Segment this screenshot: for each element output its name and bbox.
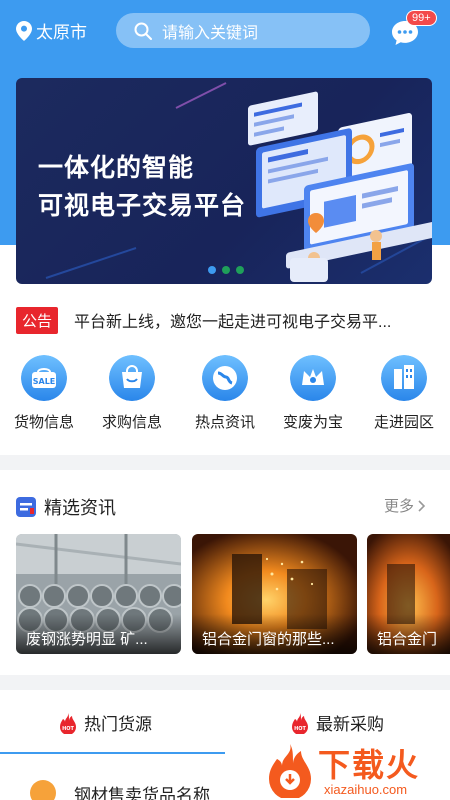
watermark-brand: 下载火	[318, 747, 421, 783]
location-selector[interactable]: 太原市	[16, 18, 87, 43]
shopping-bag-icon	[109, 355, 155, 401]
section-title: 精选资讯	[16, 494, 116, 520]
category-label: 变废为宝	[282, 414, 343, 431]
chevron-right-icon	[418, 499, 426, 512]
banner-headline-2: 可视电子交易平台	[38, 192, 247, 220]
carousel-indicator[interactable]	[208, 266, 244, 274]
announcement-bar[interactable]: 公告 平台新上线，邀您一起走进可视电子交易平...	[16, 306, 436, 334]
category-purchase-info[interactable]: 求购信息	[92, 355, 172, 432]
message-count-badge: 99+	[406, 10, 437, 26]
carousel-dot[interactable]	[222, 266, 230, 274]
search-icon	[134, 22, 152, 40]
category-label: 走进园区	[373, 414, 434, 431]
globe-icon	[202, 355, 248, 401]
news-card[interactable]: 废钢涨势明显 矿...	[16, 534, 181, 654]
category-grid: SALE 货物信息 求购信息 热点资讯 变废为宝 走进园区	[0, 355, 450, 445]
store-icon	[30, 780, 56, 800]
flame-logo-icon	[269, 744, 311, 798]
crown-icon	[290, 355, 336, 401]
more-label: 更多	[384, 498, 415, 515]
search-input[interactable]: 请输入关键词	[116, 13, 370, 48]
news-card[interactable]: 铝合金门窗的那些...	[192, 534, 357, 654]
promo-banner[interactable]: 一体化的智能 可视电子交易平台	[16, 78, 432, 284]
news-card[interactable]: 铝合金门	[367, 534, 450, 654]
carousel-dot[interactable]	[208, 266, 216, 274]
tab-new-purchase[interactable]: HOT 最新采购	[290, 710, 384, 735]
list-item-title: 钢材售卖货品名称	[74, 785, 210, 800]
carousel-dot[interactable]	[236, 266, 244, 274]
section-title-text: 精选资讯	[44, 498, 116, 518]
svg-text:HOT: HOT	[294, 726, 306, 732]
tab-label: 最新采购	[316, 715, 384, 734]
news-card-caption: 废钢涨势明显 矿...	[16, 614, 181, 654]
tab-label: 热门货源	[84, 715, 152, 734]
tab-hot-supply[interactable]: HOT 热门货源	[58, 710, 152, 735]
more-link[interactable]: 更多	[384, 495, 428, 516]
category-label: 热点资讯	[194, 414, 255, 431]
featured-news-section: 精选资讯 更多 废钢涨势明显 矿... 铝合金门窗的那些... 铝合金门	[0, 470, 450, 675]
hot-flame-icon: HOT	[60, 712, 76, 734]
category-label: 货物信息	[13, 414, 74, 431]
category-goods-info[interactable]: SALE 货物信息	[4, 355, 84, 432]
category-waste-to-treasure[interactable]: 变废为宝	[273, 355, 353, 432]
search-placeholder: 请输入关键词	[162, 24, 259, 42]
location-pin-icon	[16, 20, 32, 41]
watermark-logo: 下载火 xiazaihuo.com	[262, 740, 450, 800]
announcement-text: 平台新上线，邀您一起走进可视电子交易平...	[74, 314, 392, 331]
category-hot-news[interactable]: 热点资讯	[185, 355, 265, 432]
list-item[interactable]: 钢材售卖货品名称	[30, 780, 210, 800]
news-card-caption: 铝合金门	[367, 614, 450, 654]
buildings-icon	[381, 355, 427, 401]
news-card-caption: 铝合金门窗的那些...	[192, 614, 357, 654]
svg-text:SALE: SALE	[33, 377, 56, 386]
header: 太原市 请输入关键词 99+	[0, 0, 450, 62]
sale-bag-icon: SALE	[21, 355, 67, 401]
svg-text:HOT: HOT	[62, 726, 74, 732]
category-enter-park[interactable]: 走进园区	[364, 355, 444, 432]
watermark-site: xiazaihuo.com	[324, 782, 408, 797]
announcement-tag: 公告	[16, 306, 59, 334]
city-label: 太原市	[36, 23, 87, 42]
active-tab-indicator	[0, 752, 225, 754]
category-label: 求购信息	[101, 414, 162, 431]
news-icon	[16, 497, 36, 517]
hot-flame-icon: HOT	[292, 712, 308, 734]
banner-headline-1: 一体化的智能	[38, 154, 195, 182]
